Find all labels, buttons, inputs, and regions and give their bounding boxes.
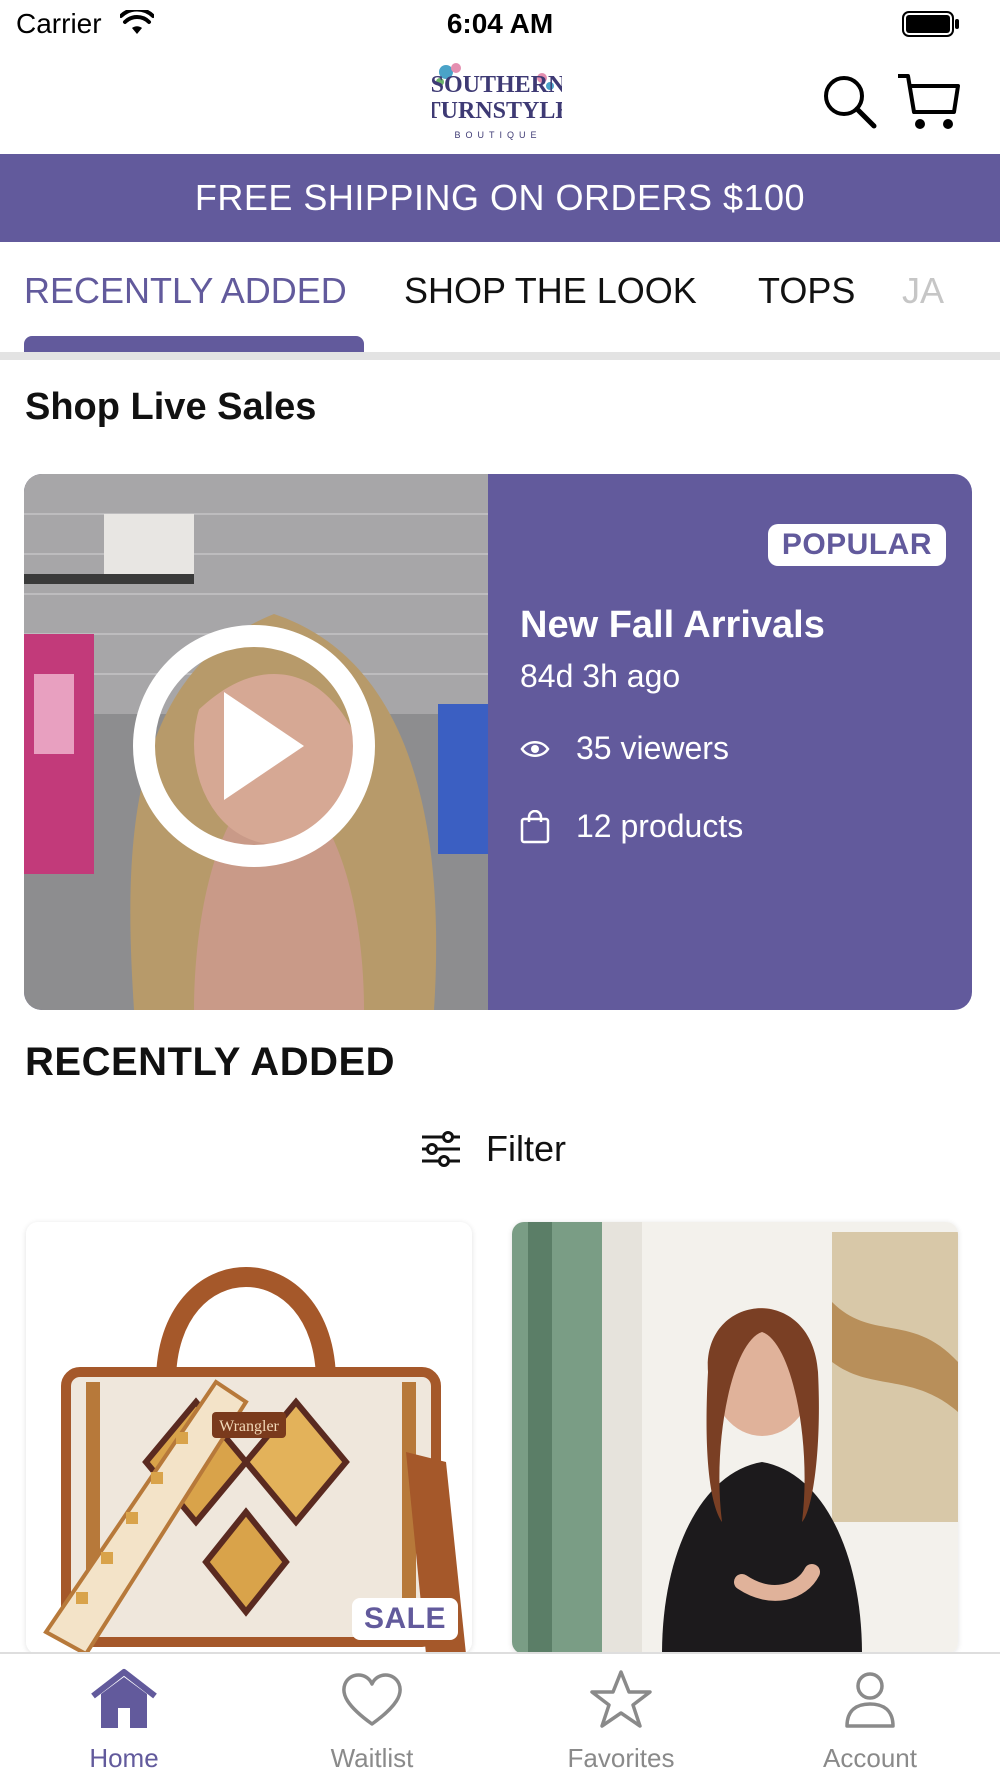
filter-icon (422, 1131, 460, 1167)
svg-text:Wrangler: Wrangler (219, 1418, 279, 1435)
heart-icon (342, 1673, 402, 1726)
eye-icon (520, 732, 550, 766)
viewers-row: 35 viewers (520, 730, 729, 767)
svg-text:SOUTHERN: SOUTHERN (432, 72, 562, 98)
nav-favorites[interactable]: Favorites (541, 1662, 701, 1774)
recently-added-heading: RECENTLY ADDED (25, 1040, 396, 1084)
product-card[interactable]: Wrangler SALE (26, 1222, 472, 1654)
filter-button[interactable]: Filter (420, 1128, 566, 1170)
live-video-thumbnail[interactable] (24, 474, 488, 1010)
popular-badge: POPULAR (767, 524, 946, 566)
tab-tops[interactable]: TOPS (758, 270, 855, 312)
battery-icon (902, 10, 960, 43)
tab-recently-added[interactable]: RECENTLY ADDED (24, 270, 347, 312)
nav-account-label: Account (823, 1743, 917, 1773)
filter-label: Filter (486, 1128, 566, 1169)
viewers-count: 35 viewers (576, 730, 729, 766)
star-icon (590, 1670, 652, 1728)
product-image-handbag: Wrangler (26, 1222, 472, 1654)
promo-text: FREE SHIPPING ON ORDERS $100 (194, 177, 806, 218)
svg-text:TURNSTYLE: TURNSTYLE (432, 98, 562, 124)
live-sale-card[interactable]: POPULAR New Fall Arrivals 84d 3h ago 35 … (24, 474, 972, 1010)
nav-account[interactable]: Account (790, 1662, 950, 1774)
cart-icon (898, 74, 960, 129)
shopping-bag-icon (520, 809, 550, 844)
nav-home-label: Home (89, 1743, 159, 1773)
person-icon (845, 1672, 895, 1728)
products-row: 12 products (520, 808, 743, 845)
search-button[interactable] (820, 72, 880, 132)
product-image-model (512, 1222, 958, 1654)
bottom-nav: Home Waitlist Favorites Account (0, 1652, 1000, 1778)
svg-text:BOUTIQUE: BOUTIQUE (454, 130, 541, 140)
live-sales-heading: Shop Live Sales (25, 386, 317, 428)
app-header: SOUTHERN TURNSTYLE BOUTIQUE (0, 52, 1000, 154)
sale-badge: SALE (351, 1598, 458, 1640)
store-logo[interactable]: SOUTHERN TURNSTYLE BOUTIQUE (425, 58, 571, 146)
tab-jackets[interactable]: JA (902, 270, 944, 312)
status-bar: Carrier 6:04 AM (0, 0, 1000, 52)
promo-banner[interactable]: FREE SHIPPING ON ORDERS $100 (0, 154, 1000, 242)
live-sale-title: New Fall Arrivals (520, 604, 825, 646)
active-tab-indicator (24, 336, 364, 352)
products-count: 12 products (576, 808, 744, 844)
product-card[interactable] (512, 1222, 958, 1654)
category-tabs: RECENTLY ADDED SHOP THE LOOK TOPS JA (0, 242, 1000, 360)
search-icon (824, 76, 877, 129)
nav-waitlist[interactable]: Waitlist (292, 1662, 452, 1774)
home-icon (91, 1669, 157, 1728)
nav-waitlist-label: Waitlist (330, 1743, 414, 1773)
nav-favorites-label: Favorites (567, 1743, 675, 1773)
status-time: 6:04 AM (446, 8, 554, 39)
live-sale-info: POPULAR New Fall Arrivals 84d 3h ago 35 … (488, 474, 972, 1010)
cart-button[interactable] (896, 70, 962, 134)
live-sale-time: 84d 3h ago (520, 658, 681, 694)
tab-shop-the-look[interactable]: SHOP THE LOOK (404, 270, 697, 312)
play-icon[interactable] (132, 624, 376, 868)
nav-home[interactable]: Home (44, 1662, 204, 1774)
